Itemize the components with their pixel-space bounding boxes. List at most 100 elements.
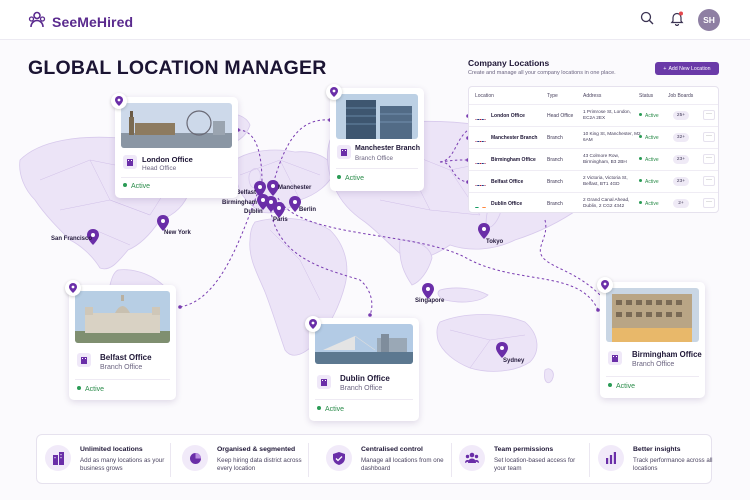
location-name: Belfast Office	[491, 179, 524, 185]
feature-desc: Add as many locations as your business g…	[80, 457, 165, 472]
london-photo	[121, 103, 232, 148]
status-badge: Active	[77, 386, 104, 393]
location-card-belfast[interactable]: Belfast Office Branch Office Active	[69, 285, 176, 400]
divider	[75, 379, 170, 380]
location-card-manchester[interactable]: Manchester Branch Branch Office Active	[330, 88, 424, 191]
search-icon[interactable]	[640, 11, 654, 30]
city-label: Belfast	[236, 190, 257, 196]
table-row[interactable]: Dublin Office Branch 2 Grand Canal Ahead…	[469, 192, 718, 214]
location-name: Dublin Office	[491, 201, 523, 207]
feature-desc: Set location-based access for your team	[494, 457, 576, 472]
status-badge: Active	[123, 183, 150, 190]
location-card-london[interactable]: London Office Head Office Active	[115, 97, 238, 198]
job-boards-count: 32+	[673, 133, 689, 142]
status-badge: Active	[639, 113, 659, 119]
feature-title: Organised & segmented	[217, 446, 296, 453]
location-address: 10 King St, Manchester, M2 6AM	[583, 131, 641, 143]
city-label: Sydney	[503, 358, 525, 364]
table-row[interactable]: London Office Head Office 1 Primrose St,…	[469, 104, 718, 126]
feature-item: Better insights Track performance across…	[590, 435, 713, 485]
divider	[308, 443, 309, 477]
birmingham-photo	[606, 288, 699, 342]
feature-title: Unlimited locations	[80, 446, 143, 453]
pin-icon	[65, 280, 81, 296]
location-card-birmingham[interactable]: Birmingham Office Branch Office Active	[600, 282, 705, 398]
more-options-button[interactable]: ···	[703, 198, 715, 208]
panel-title: Company Locations	[468, 58, 550, 68]
more-options-button[interactable]: ···	[703, 176, 715, 186]
brand[interactable]: SeeMeHired	[28, 10, 133, 33]
building-icon	[317, 375, 331, 389]
job-boards-count: 2+	[673, 199, 689, 208]
location-address: 2 Grand Canal Ahead, Dublin, 2 CG2 4342	[583, 197, 630, 209]
bell-icon[interactable]	[670, 11, 684, 31]
city-label: New York	[164, 230, 191, 236]
feature-item: Centralised control Manage all locations…	[318, 435, 453, 485]
city-label: Birmingham	[222, 200, 258, 206]
pin-icon	[597, 277, 613, 293]
location-name: Birmingham Office	[491, 157, 536, 163]
card-name: Dublin Office	[340, 374, 390, 383]
feature-item: Organised & segmented Keep hiring data d…	[174, 435, 309, 485]
feature-item: Unlimited locations Add as many location…	[37, 435, 172, 485]
location-address: 2 Victoria, Victoria St, Belfast, BT1 4G…	[583, 175, 628, 187]
feature-title: Team permissions	[494, 446, 554, 453]
location-name: Manchester Branch	[491, 135, 538, 141]
card-name: Manchester Branch	[355, 145, 420, 152]
avatar[interactable]: SH	[698, 9, 720, 31]
more-options-button[interactable]: ···	[703, 132, 715, 142]
column-header: Type	[547, 93, 558, 99]
team-icon	[459, 445, 485, 471]
column-header: Location	[475, 93, 494, 99]
job-boards-count: 23+	[673, 155, 689, 164]
feature-item: Team permissions Set location-based acce…	[451, 435, 586, 485]
people-logo-icon	[28, 10, 46, 33]
shield-check-icon	[326, 445, 352, 471]
card-type: Branch Office	[100, 364, 143, 371]
city-label: Dublin	[244, 209, 263, 215]
brand-name: SeeMeHired	[52, 13, 134, 30]
locations-table: Location Type Address Status Job Boards …	[468, 86, 719, 213]
status-badge: Active	[608, 383, 635, 390]
pin-icon	[326, 84, 342, 100]
divider	[121, 177, 232, 178]
table-row[interactable]: Manchester Branch Branch 10 King St, Man…	[469, 126, 718, 148]
feature-desc: Track performance across all locations	[633, 457, 713, 472]
more-options-button[interactable]: ···	[703, 154, 715, 164]
divider	[170, 443, 171, 477]
uk-flag-icon	[475, 135, 486, 142]
building-icon	[608, 351, 622, 365]
city-label: Manchester	[278, 185, 312, 191]
dublin-photo	[315, 324, 413, 364]
status-badge: Active	[337, 175, 364, 182]
table-row[interactable]: Birmingham Office Branch 43 Colmore Row,…	[469, 148, 718, 170]
location-type: Branch	[547, 201, 563, 207]
top-bar: SeeMeHired SH	[0, 0, 750, 40]
bar-chart-icon	[598, 445, 624, 471]
card-type: Head Office	[142, 165, 177, 172]
plus-icon: +	[663, 65, 667, 72]
location-address: 43 Colmore Row, Birmingham, B3 2BH	[583, 153, 627, 165]
card-name: Belfast Office	[100, 353, 152, 362]
belfast-photo	[75, 291, 170, 343]
add-location-button[interactable]: + Add New Location	[655, 62, 719, 75]
uk-flag-icon	[475, 113, 486, 120]
buildings-icon	[45, 445, 71, 471]
pin-icon	[305, 316, 321, 332]
pin-icon	[111, 93, 127, 109]
divider	[315, 399, 413, 400]
card-type: Branch Office	[340, 385, 383, 392]
card-name: London Office	[142, 155, 193, 164]
table-row[interactable]: Belfast Office Branch 2 Victoria, Victor…	[469, 170, 718, 192]
feature-desc: Manage all locations from one dashboard	[361, 457, 444, 472]
column-header: Status	[639, 93, 654, 99]
location-card-dublin[interactable]: Dublin Office Branch Office Active	[309, 318, 419, 421]
divider	[336, 168, 418, 169]
location-type: Branch	[547, 179, 563, 185]
feature-title: Better insights	[633, 446, 681, 453]
city-label: San Francisco	[51, 236, 93, 242]
ireland-flag-icon	[475, 201, 486, 208]
city-label: Berlin	[299, 207, 317, 213]
job-boards-count: 25+	[673, 111, 689, 120]
more-options-button[interactable]: ···	[703, 110, 715, 120]
